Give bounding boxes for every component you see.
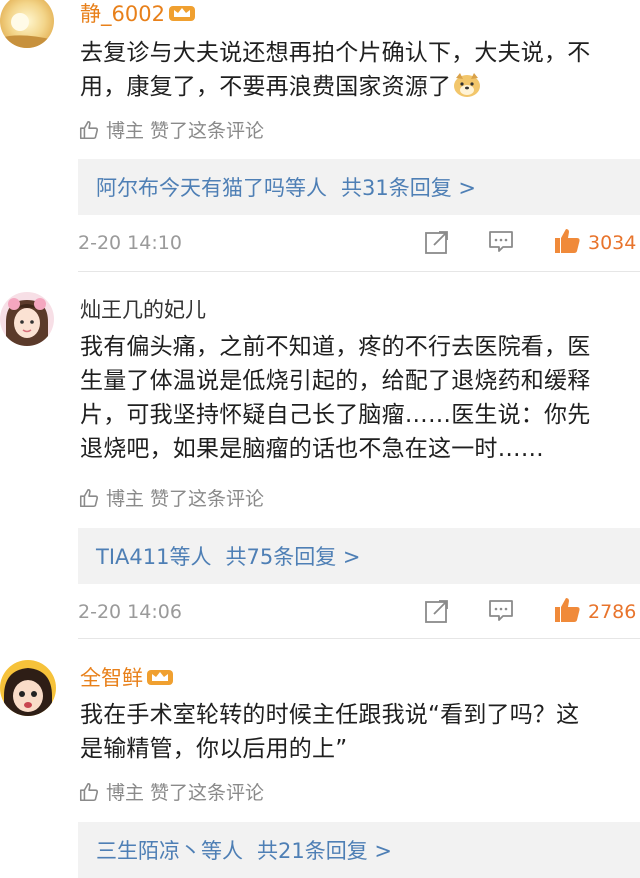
like-count: 3034 (588, 232, 637, 254)
reply-users[interactable]: 三生陌凉丶等人 (96, 835, 243, 865)
comment-meta: 2-20 14:10 3034 (78, 229, 640, 259)
thumb-up-outline-icon (79, 120, 99, 139)
username[interactable]: 全智鲜 (80, 662, 173, 692)
timestamp: 2-20 14:10 (78, 232, 182, 254)
username-text[interactable]: 灿王几的妃儿 (80, 298, 206, 322)
comment-item: 灿王几的妃儿 我有偏头痛，之前不知道，疼的不行去医院看，医 生量了体温说是低烧引… (0, 272, 640, 640)
author-liked-text: 博主 赞了这条评论 (106, 120, 265, 142)
crown-icon (147, 670, 173, 685)
comment-text-content: 去复诊与大夫说还想再拍个片确认下，大夫说，不 用，康复了，不要再浪费国家资源了 (80, 40, 591, 100)
comment-text: 去复诊与大夫说还想再拍个片确认下，大夫说，不 用，康复了，不要再浪费国家资源了 (80, 36, 640, 104)
reply-users[interactable]: TIA411等人 (96, 541, 211, 571)
reply-count[interactable]: 共75条回复 > (225, 541, 360, 571)
comment-text-content: 我有偏头痛，之前不知道，疼的不行去医院看，医 生量了体温说是低烧引起的，给配了退… (80, 334, 591, 462)
reply-preview[interactable]: TIA411等人 共75条回复 > (78, 528, 640, 584)
author-liked: 博主 赞了这条评论 (78, 484, 264, 511)
like-icon[interactable] (552, 226, 582, 256)
reply-preview[interactable]: 阿尔布今天有猫了吗等人 共31条回复 > (78, 159, 640, 215)
comment-item: 全智鲜 我在手术室轮转的时候主任跟我说“看到了吗？这 是输精管，你以后用的上” … (0, 640, 640, 878)
avatar[interactable] (0, 660, 56, 716)
like-count: 2786 (588, 601, 637, 623)
username-text[interactable]: 静_6002 (80, 2, 165, 26)
share-icon[interactable] (424, 598, 450, 624)
username-text[interactable]: 全智鲜 (80, 666, 143, 690)
author-liked-text: 博主 赞了这条评论 (106, 782, 265, 804)
comment-text-content: 我在手术室轮转的时候主任跟我说“看到了吗？这 是输精管，你以后用的上” (80, 702, 580, 762)
author-liked: 博主 赞了这条评论 (78, 778, 264, 805)
comment-icon[interactable] (488, 599, 514, 623)
comment-meta: 2-20 14:06 2786 (78, 598, 640, 628)
username[interactable]: 静_6002 (80, 0, 195, 28)
comment-text: 我有偏头痛，之前不知道，疼的不行去医院看，医 生量了体温说是低烧引起的，给配了退… (80, 330, 640, 466)
thumb-up-outline-icon (79, 488, 99, 507)
divider (78, 638, 640, 639)
like-icon[interactable] (552, 595, 582, 625)
timestamp: 2-20 14:06 (78, 601, 182, 623)
thumb-up-outline-icon (79, 782, 99, 801)
author-liked-text: 博主 赞了这条评论 (106, 488, 265, 510)
comment-icon[interactable] (488, 230, 514, 254)
reply-preview[interactable]: 三生陌凉丶等人 共21条回复 > (78, 822, 640, 878)
reply-count[interactable]: 共31条回复 > (341, 172, 476, 202)
author-liked: 博主 赞了这条评论 (78, 116, 264, 143)
share-icon[interactable] (424, 229, 450, 255)
comment-item: 静_6002 去复诊与大夫说还想再拍个片确认下，大夫说，不 用，康复了，不要再浪… (0, 0, 640, 272)
avatar[interactable] (0, 292, 54, 346)
avatar[interactable] (0, 0, 54, 48)
reply-count[interactable]: 共21条回复 > (257, 835, 392, 865)
crown-icon (168, 6, 195, 21)
reply-users[interactable]: 阿尔布今天有猫了吗等人 (96, 172, 327, 202)
comment-text: 我在手术室轮转的时候主任跟我说“看到了吗？这 是输精管，你以后用的上” (80, 698, 640, 766)
doge-emoji-icon (454, 73, 481, 97)
username[interactable]: 灿王几的妃儿 (80, 294, 206, 324)
